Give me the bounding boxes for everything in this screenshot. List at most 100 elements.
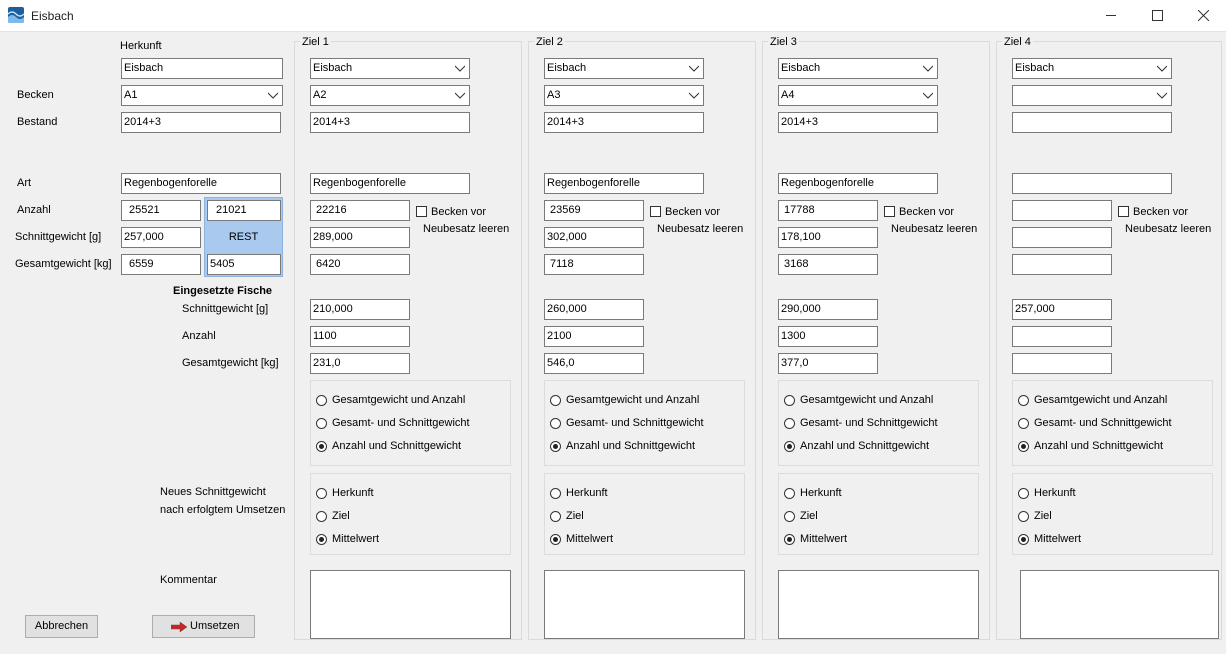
ziel-art-field[interactable]: Regenbogenforelle — [310, 173, 470, 194]
ziel-e-gesamtgewicht-field[interactable]: 546,0 — [544, 353, 644, 374]
neues-radio[interactable]: Mittelwert — [784, 533, 904, 549]
ziel-schnittgewicht-field[interactable] — [1012, 227, 1112, 248]
neues-radio[interactable]: Mittelwert — [550, 533, 670, 549]
ziel-schnittgewicht-field[interactable]: 178,100 — [778, 227, 878, 248]
ziel-gesamtgewicht-field[interactable] — [1012, 254, 1112, 275]
mode-radio[interactable]: Gesamtgewicht und Anzahl — [1018, 394, 1208, 410]
ziel-bestand-field[interactable] — [1012, 112, 1172, 133]
ziel-gesamtgewicht-field[interactable]: 7118 — [544, 254, 644, 275]
ziel-becken-select[interactable]: A4 — [778, 85, 938, 106]
herkunft-becken-select[interactable]: A1 — [121, 85, 283, 106]
ziel-e-schnittgewicht-field[interactable]: 260,000 — [544, 299, 644, 320]
submit-button[interactable]: Umsetzen — [152, 615, 255, 638]
ziel-e-gesamtgewicht-field[interactable]: 377,0 — [778, 353, 878, 374]
mode-radio[interactable]: Anzahl und Schnittgewicht — [784, 440, 974, 456]
radio-circle — [316, 395, 327, 406]
ziel-e-anzahl-field[interactable]: 2100 — [544, 326, 644, 347]
chevron-down-icon — [1157, 92, 1167, 99]
ziel-bestand-field[interactable]: 2014+3 — [778, 112, 938, 133]
ziel-bestand-field[interactable]: 2014+3 — [310, 112, 470, 133]
neues-radio[interactable]: Ziel — [550, 510, 670, 526]
ziel-gewaesser-select[interactable]: Eisbach — [778, 58, 938, 79]
neubesatz-leeren-label: Neubesatz leeren — [891, 223, 978, 235]
checkbox-box — [1118, 206, 1129, 217]
ziel-becken-select[interactable] — [1012, 85, 1172, 106]
ziel-gesamtgewicht-field[interactable]: 6420 — [310, 254, 410, 275]
kommentar-textarea[interactable] — [778, 570, 979, 639]
maximize-button[interactable] — [1134, 0, 1180, 31]
ziel-becken-select[interactable]: A3 — [544, 85, 704, 106]
herkunft-bestand-field[interactable]: 2014+3 — [121, 112, 281, 133]
neues-option-label: Herkunft — [800, 487, 842, 499]
rest-anzahl-field[interactable]: 21021 — [207, 200, 281, 221]
ziel-anzahl-field[interactable]: 17788 — [778, 200, 878, 221]
neues-radio[interactable]: Herkunft — [784, 487, 904, 503]
mode-radio[interactable]: Gesamtgewicht und Anzahl — [550, 394, 740, 410]
neues-radio[interactable]: Mittelwert — [1018, 533, 1138, 549]
becken-leeren-checkbox[interactable]: Becken vor — [884, 204, 984, 218]
ziel-e-gesamtgewicht-field[interactable]: 231,0 — [310, 353, 410, 374]
ziel-e-schnittgewicht-field[interactable]: 290,000 — [778, 299, 878, 320]
kommentar-textarea[interactable] — [544, 570, 745, 639]
becken-leeren-checkbox[interactable]: Becken vor — [416, 204, 516, 218]
kommentar-textarea[interactable] — [1020, 570, 1219, 639]
ziel-gewaesser-value: Eisbach — [313, 62, 353, 74]
mode-radio[interactable]: Gesamt- und Schnittgewicht — [550, 417, 740, 433]
herkunft-schnittgewicht-field[interactable]: 257,000 — [121, 227, 201, 248]
mode-radio[interactable]: Anzahl und Schnittgewicht — [316, 440, 506, 456]
ziel-art-field[interactable]: Regenbogenforelle — [544, 173, 704, 194]
ziel-e-gesamtgewicht-field[interactable] — [1012, 353, 1112, 374]
ziel-e-anzahl-field[interactable] — [1012, 326, 1112, 347]
ziel-becken-select[interactable]: A2 — [310, 85, 470, 106]
neues-radio[interactable]: Herkunft — [1018, 487, 1138, 503]
ziel-gewaesser-select[interactable]: Eisbach — [544, 58, 704, 79]
mode-radio[interactable]: Anzahl und Schnittgewicht — [1018, 440, 1208, 456]
ziel-e-anzahl-field[interactable]: 1100 — [310, 326, 410, 347]
neues-radio[interactable]: Ziel — [784, 510, 904, 526]
mode-radio[interactable]: Gesamt- und Schnittgewicht — [316, 417, 506, 433]
bestand-label: Bestand — [17, 116, 58, 128]
ziel-schnittgewicht-field[interactable]: 289,000 — [310, 227, 410, 248]
nach-umsetzen-label: nach erfolgtem Umsetzen — [160, 504, 286, 516]
kommentar-textarea[interactable] — [310, 570, 511, 639]
becken-leeren-checkbox[interactable]: Becken vor — [1118, 204, 1218, 218]
ziel-e-schnittgewicht-field[interactable]: 257,000 — [1012, 299, 1112, 320]
becken-leeren-checkbox[interactable]: Becken vor — [650, 204, 750, 218]
radio-circle — [550, 395, 561, 406]
mode-radio[interactable]: Gesamtgewicht und Anzahl — [784, 394, 974, 410]
ziel-gewaesser-select[interactable]: Eisbach — [1012, 58, 1172, 79]
neues-radio[interactable]: Mittelwert — [316, 533, 436, 549]
mode-radio[interactable]: Gesamt- und Schnittgewicht — [1018, 417, 1208, 433]
mode-radio[interactable]: Anzahl und Schnittgewicht — [550, 440, 740, 456]
radio-circle — [784, 534, 795, 545]
ziel-schnittgewicht-field[interactable]: 302,000 — [544, 227, 644, 248]
minimize-button[interactable] — [1088, 0, 1134, 31]
herkunft-art-field[interactable]: Regenbogenforelle — [121, 173, 281, 194]
ziel-e-anzahl-field[interactable]: 1300 — [778, 326, 878, 347]
ziel-anzahl-field[interactable] — [1012, 200, 1112, 221]
becken-label: Becken — [17, 89, 54, 101]
neues-radio[interactable]: Ziel — [316, 510, 436, 526]
ziel-anzahl-field[interactable]: 22216 — [310, 200, 410, 221]
ziel-art-field[interactable] — [1012, 173, 1172, 194]
ziel-art-field[interactable]: Regenbogenforelle — [778, 173, 938, 194]
radio-circle — [784, 511, 795, 522]
neues-radio[interactable]: Herkunft — [316, 487, 436, 503]
ziel-e-schnittgewicht-field[interactable]: 210,000 — [310, 299, 410, 320]
rest-gesamtgewicht-field[interactable]: 5405 — [207, 254, 281, 275]
neues-radio[interactable]: Herkunft — [550, 487, 670, 503]
ziel-anzahl-field[interactable]: 23569 — [544, 200, 644, 221]
herkunft-anzahl-field[interactable]: 25521 — [121, 200, 201, 221]
mode-radio[interactable]: Gesamt- und Schnittgewicht — [784, 417, 974, 433]
herkunft-gewaesser-field[interactable]: Eisbach — [121, 58, 283, 79]
e-gesamtgewicht-label: Gesamtgewicht [kg] — [182, 357, 279, 369]
ziel-bestand-field[interactable]: 2014+3 — [544, 112, 704, 133]
mode-radio[interactable]: Gesamtgewicht und Anzahl — [316, 394, 506, 410]
neues-radio[interactable]: Ziel — [1018, 510, 1138, 526]
cancel-button[interactable]: Abbrechen — [25, 615, 98, 638]
ziel-gesamtgewicht-field[interactable]: 3168 — [778, 254, 878, 275]
close-button[interactable] — [1180, 0, 1226, 31]
ziel-gewaesser-select[interactable]: Eisbach — [310, 58, 470, 79]
kommentar-label: Kommentar — [160, 574, 217, 586]
herkunft-gesamtgewicht-field[interactable]: 6559 — [121, 254, 201, 275]
